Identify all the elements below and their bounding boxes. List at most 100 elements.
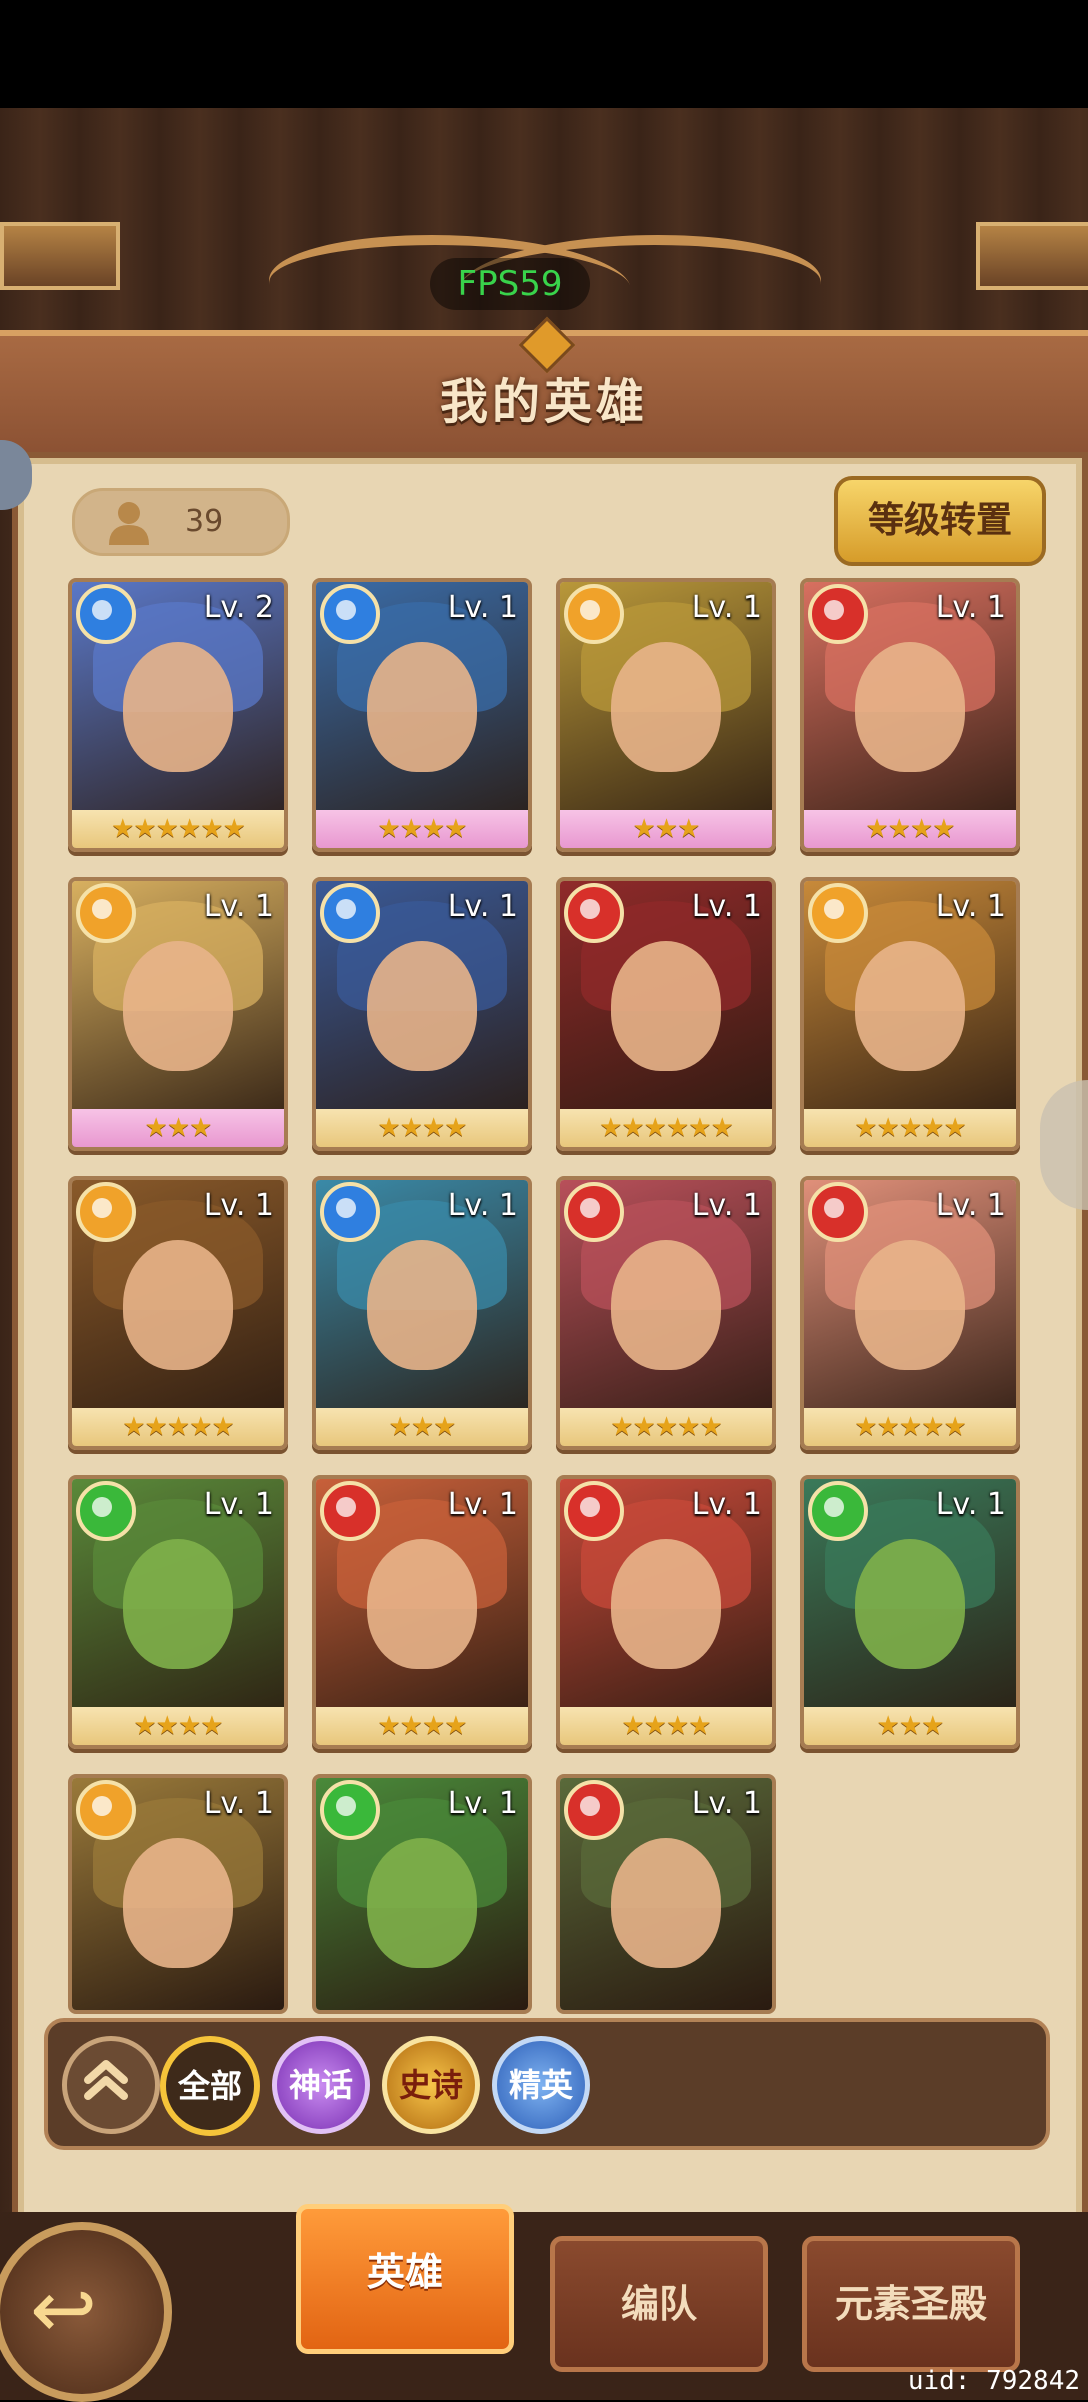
hero-face — [611, 1240, 721, 1370]
back-button[interactable]: ↩ — [0, 2222, 172, 2402]
hero-stars: ★★★ — [72, 1109, 284, 1147]
hero-level: Lv. 1 — [447, 1188, 518, 1223]
hero-card[interactable]: Lv. 1 ★★★★★ — [556, 1176, 776, 1450]
hero-stars: ★★★★★ — [560, 1408, 772, 1446]
hero-level: Lv. 1 — [447, 1487, 518, 1522]
hero-card[interactable]: Lv. 1 — [312, 1774, 532, 2014]
left-pillar-ornament — [0, 222, 120, 290]
hero-level: Lv. 2 — [203, 590, 274, 625]
level-reset-button[interactable]: 等级转置 — [834, 476, 1046, 566]
filter-all-button[interactable]: 全部 — [160, 2036, 260, 2136]
hero-card[interactable]: Lv. 1 ★★★ — [68, 877, 288, 1151]
element-light-icon — [564, 584, 624, 644]
hero-stars: ★★★ — [804, 1707, 1016, 1745]
hero-card[interactable]: Lv. 1 — [68, 1774, 288, 2014]
fps-counter: FPS59 — [430, 258, 590, 310]
element-water-icon — [320, 1182, 380, 1242]
hero-card[interactable]: Lv. 1 ★★★★ — [312, 578, 532, 852]
collapse-filter-button[interactable] — [62, 2036, 160, 2134]
hero-face — [611, 1539, 721, 1669]
hero-face — [123, 1539, 233, 1669]
hero-level: Lv. 1 — [203, 1786, 274, 1821]
hero-stars: ★★★★★★ — [72, 810, 284, 848]
element-fire-icon — [564, 883, 624, 943]
element-fire-icon — [564, 1780, 624, 1840]
element-light-icon — [76, 1780, 136, 1840]
hero-stars: ★★★★ — [804, 810, 1016, 848]
hero-stars: ★★★★ — [316, 810, 528, 848]
hero-face — [367, 1240, 477, 1370]
filter-epic-button[interactable]: 史诗 — [382, 2036, 480, 2134]
element-wind-icon — [808, 1481, 868, 1541]
hero-count-badge: 39 — [72, 488, 290, 556]
hero-card[interactable]: Lv. 1 ★★★ — [556, 578, 776, 852]
hero-stars: ★★★ — [316, 1408, 528, 1446]
hero-stars: ★★★★★ — [804, 1408, 1016, 1446]
hero-card[interactable]: Lv. 1 ★★★★ — [312, 877, 532, 1151]
element-light-icon — [76, 883, 136, 943]
hero-stars: ★★★★★★ — [560, 1109, 772, 1147]
element-light-icon — [76, 1182, 136, 1242]
hero-count-value: 39 — [185, 504, 224, 539]
hero-face — [123, 941, 233, 1071]
top-bar — [0, 0, 1088, 108]
hero-stars: ★★★★★ — [72, 1408, 284, 1446]
hero-card[interactable]: Lv. 1 ★★★★★ — [68, 1176, 288, 1450]
filter-myth-button[interactable]: 神话 — [272, 2036, 370, 2134]
hero-level: Lv. 1 — [203, 889, 274, 924]
hero-card[interactable]: Lv. 1 — [556, 1774, 776, 2014]
hero-face — [367, 642, 477, 772]
user-id: uid: 792842 — [907, 2366, 1080, 2396]
hero-face — [367, 941, 477, 1071]
element-fire-icon — [564, 1182, 624, 1242]
element-fire-icon — [564, 1481, 624, 1541]
right-pillar-ornament — [976, 222, 1088, 290]
hero-level: Lv. 1 — [447, 889, 518, 924]
hero-card[interactable]: Lv. 1 ★★★★★ — [800, 877, 1020, 1151]
hero-card[interactable]: Lv. 1 ★★★★ — [312, 1475, 532, 1749]
hero-stars: ★★★★ — [316, 1707, 528, 1745]
hero-level: Lv. 1 — [447, 1786, 518, 1821]
hero-stars: ★★★★★ — [804, 1109, 1016, 1147]
element-light-icon — [808, 883, 868, 943]
tab-element-temple[interactable]: 元素圣殿 — [802, 2236, 1020, 2372]
hero-card[interactable]: Lv. 1 ★★★★ — [556, 1475, 776, 1749]
element-water-icon — [320, 883, 380, 943]
hero-stars: ★★★★ — [72, 1707, 284, 1745]
hero-card[interactable]: Lv. 1 ★★★ — [312, 1176, 532, 1450]
hero-face — [855, 1539, 965, 1669]
hero-face — [123, 1838, 233, 1968]
hero-card[interactable]: Lv. 1 ★★★★ — [68, 1475, 288, 1749]
element-water-icon — [76, 584, 136, 644]
tab-heroes[interactable]: 英雄 — [296, 2204, 514, 2354]
element-wind-icon — [320, 1780, 380, 1840]
element-fire-icon — [808, 584, 868, 644]
back-arrow-icon: ↩ — [30, 2263, 98, 2356]
hero-face — [611, 1838, 721, 1968]
hero-card[interactable]: Lv. 1 ★★★ — [800, 1475, 1020, 1749]
hero-level: Lv. 1 — [691, 590, 762, 625]
filter-elite-button[interactable]: 精英 — [492, 2036, 590, 2134]
hero-face — [611, 642, 721, 772]
hero-stars: ★★★ — [560, 810, 772, 848]
hero-level: Lv. 1 — [203, 1188, 274, 1223]
element-fire-icon — [808, 1182, 868, 1242]
hero-level: Lv. 1 — [935, 1487, 1006, 1522]
hero-card[interactable]: Lv. 1 ★★★★★ — [800, 1176, 1020, 1450]
page-title: 我的英雄 — [439, 374, 648, 430]
hero-card[interactable]: Lv. 2 ★★★★★★ — [68, 578, 288, 852]
hero-stars: ★★★★ — [560, 1707, 772, 1745]
hero-face — [611, 941, 721, 1071]
hero-face — [123, 1240, 233, 1370]
element-water-icon — [320, 584, 380, 644]
tab-team[interactable]: 编队 — [550, 2236, 768, 2372]
hero-face — [855, 1240, 965, 1370]
element-wind-icon — [76, 1481, 136, 1541]
hero-level: Lv. 1 — [691, 1487, 762, 1522]
double-chevron-up-icon — [84, 2060, 128, 2100]
hero-level: Lv. 1 — [935, 590, 1006, 625]
hero-face — [367, 1539, 477, 1669]
hero-card[interactable]: Lv. 1 ★★★★★★ — [556, 877, 776, 1151]
hero-card[interactable]: Lv. 1 ★★★★ — [800, 578, 1020, 852]
hero-face — [367, 1838, 477, 1968]
